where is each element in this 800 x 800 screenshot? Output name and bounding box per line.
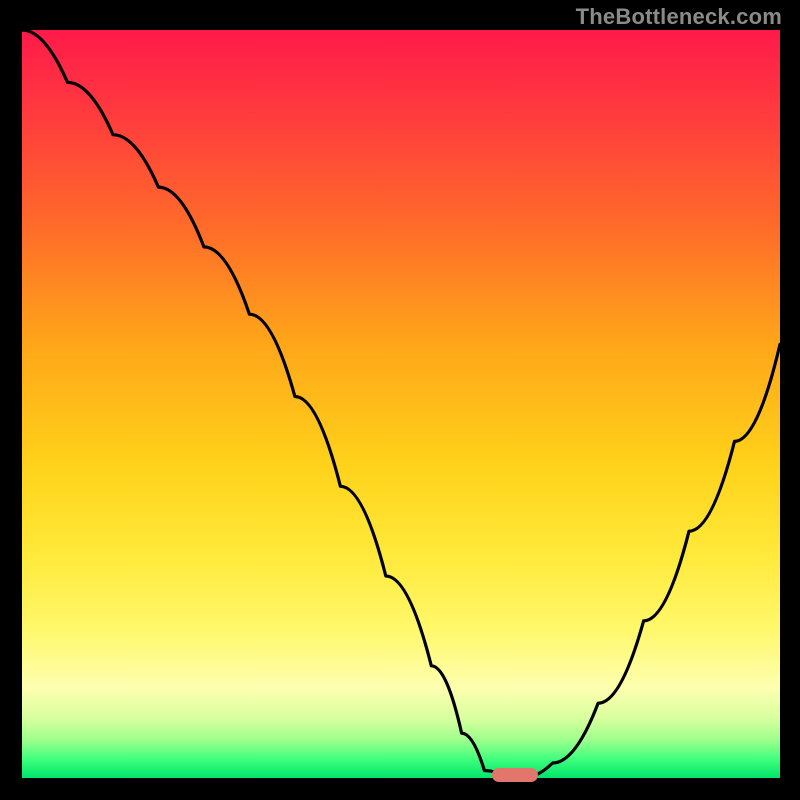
chart-frame: TheBottleneck.com (0, 0, 800, 800)
watermark-text: TheBottleneck.com (576, 4, 782, 30)
gradient-background (22, 30, 780, 778)
